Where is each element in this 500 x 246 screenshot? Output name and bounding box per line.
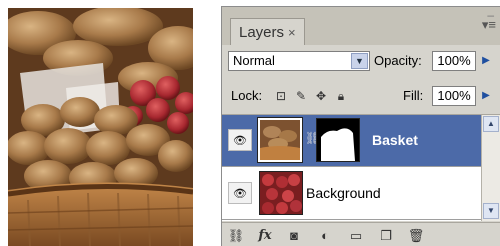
scroll-down-icon[interactable]: ▼ <box>483 203 499 219</box>
opacity-slider-arrow-icon[interactable]: ▶ <box>479 51 493 71</box>
panel-footer: ⛓ fx ◙ ◐ ▭ ❐ 🗑︎ <box>222 222 500 246</box>
layers-panel: Layers × – ▾≡ Normal ▼ Opacity: 100% ▶ L… <box>221 6 500 246</box>
layers-scrollbar[interactable]: ▲ ▼ <box>481 115 500 221</box>
close-icon[interactable]: × <box>288 20 296 45</box>
layer-row-background[interactable]: 👁︎ Background <box>222 168 482 220</box>
blend-mode-value: Normal <box>233 53 275 68</box>
layer-mask-thumbnail[interactable] <box>316 118 360 162</box>
tab-layers[interactable]: Layers × <box>230 18 305 45</box>
layer-name[interactable]: Background <box>306 185 381 201</box>
layer-thumbnail[interactable] <box>259 171 303 215</box>
lock-image-icon[interactable]: ✎ <box>294 89 308 103</box>
lock-fill-row: Lock: ⊡ ✎ ✥ 🔒︎ Fill: 100% ▶ <box>222 77 500 115</box>
blend-opacity-row: Normal ▼ Opacity: 100% ▶ <box>222 45 500 77</box>
lock-transparent-icon[interactable]: ⊡ <box>274 89 288 103</box>
tab-label: Layers <box>239 23 285 41</box>
layer-name[interactable]: Basket <box>372 132 418 148</box>
basket-thumbnail-image <box>260 120 300 160</box>
new-layer-icon[interactable]: ❐ <box>376 227 396 244</box>
visibility-eye-icon[interactable]: 👁︎ <box>228 182 252 204</box>
fill-field[interactable]: 100% <box>432 86 476 106</box>
mask-shape <box>317 119 359 161</box>
layer-row-basket[interactable]: 👁︎ ⛓ Basket <box>222 115 482 167</box>
basket-photo <box>8 8 193 246</box>
scroll-up-icon[interactable]: ▲ <box>483 116 499 132</box>
blend-mode-select[interactable]: Normal ▼ <box>228 51 370 71</box>
lock-all-icon[interactable]: 🔒︎ <box>334 89 348 103</box>
layer-style-icon[interactable]: fx <box>254 227 276 244</box>
chevron-down-icon[interactable]: ▼ <box>351 53 368 69</box>
panel-tab-bar: Layers × – ▾≡ <box>222 7 500 45</box>
fill-slider-arrow-icon[interactable]: ▶ <box>479 86 493 106</box>
panel-menu-icon[interactable]: ▾≡ <box>482 18 496 31</box>
document-image <box>8 8 193 246</box>
visibility-eye-icon[interactable]: 👁︎ <box>228 129 252 151</box>
opacity-field[interactable]: 100% <box>432 51 476 71</box>
lock-label: Lock: <box>231 88 263 103</box>
opacity-label: Opacity: <box>374 53 422 68</box>
fill-label: Fill: <box>403 88 424 103</box>
new-group-icon[interactable]: ▭ <box>346 227 366 244</box>
adjustment-layer-icon[interactable]: ◐ <box>314 227 336 244</box>
layer-thumbnail[interactable] <box>257 117 303 163</box>
add-mask-icon[interactable]: ◙ <box>284 227 304 244</box>
lock-position-icon[interactable]: ✥ <box>314 89 328 103</box>
delete-layer-icon[interactable]: 🗑︎ <box>406 227 426 244</box>
layers-list: 👁︎ ⛓ Basket 👁︎ Background <box>222 115 482 221</box>
link-layers-icon[interactable]: ⛓ <box>226 227 246 244</box>
background-thumbnail-image <box>260 172 302 214</box>
